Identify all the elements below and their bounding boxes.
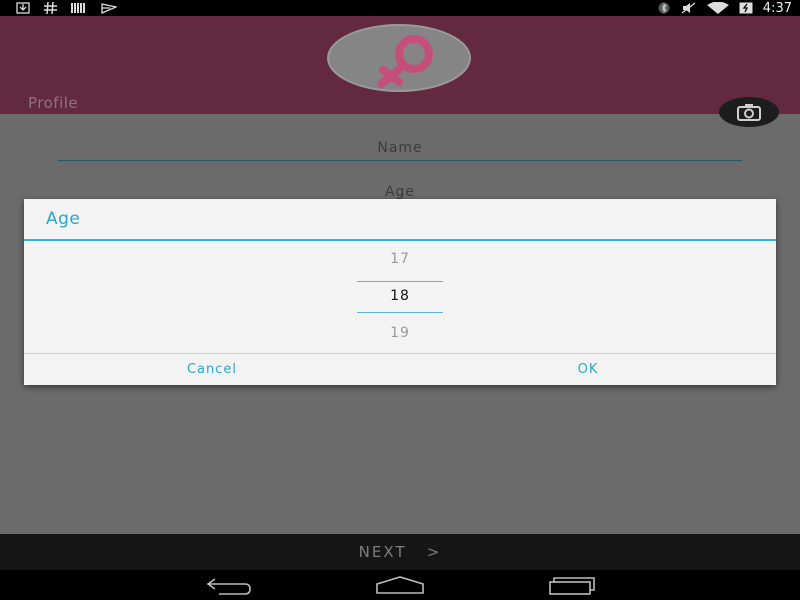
age-field[interactable]: Age [0,184,800,200]
next-bar: NEXT > [0,534,800,570]
dialog-title-divider [24,239,776,241]
age-picker-dialog: Age 17 18 19 Cancel OK [24,199,776,385]
next-button[interactable]: NEXT > [0,543,800,561]
notification-icon [101,2,119,14]
bluetooth-icon [657,2,671,14]
picker-prev-value[interactable]: 17 [24,251,776,267]
recent-apps-icon[interactable] [548,575,596,595]
name-field[interactable]: Name [58,140,742,161]
status-bar: 4:37 [0,0,800,16]
status-bar-right: 4:37 [657,0,792,16]
status-bar-left [16,0,119,16]
navigation-bar [0,570,800,600]
mute-icon [681,2,697,14]
picker-next-value[interactable]: 19 [24,325,776,341]
cancel-button[interactable]: Cancel [24,354,400,385]
back-icon[interactable] [205,575,253,595]
camera-icon [737,104,761,121]
avatar[interactable] [327,24,471,92]
wifi-icon [706,1,729,14]
dialog-title: Age [46,209,81,229]
picker-current-value[interactable]: 18 [24,288,776,304]
picker-selection-line-top [357,281,443,282]
battery-icon [739,2,753,14]
barcode-icon [71,2,87,14]
picker-selection-line-bottom [357,312,443,313]
page-title: Profile [28,94,79,112]
female-symbol-icon [377,35,433,88]
download-icon [16,2,30,14]
status-time: 4:37 [762,0,792,16]
hash-icon [44,1,57,15]
home-icon[interactable] [374,575,426,595]
camera-button[interactable] [719,97,779,127]
ok-button[interactable]: OK [400,354,776,385]
profile-header: Profile [0,16,800,114]
